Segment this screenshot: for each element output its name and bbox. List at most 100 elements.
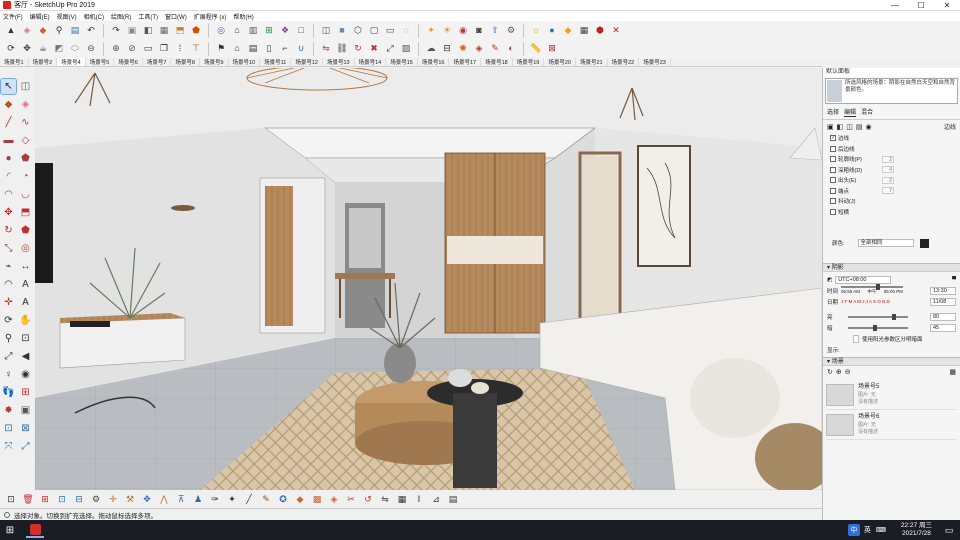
paste-bottom-icon[interactable]: ⊟	[72, 492, 86, 506]
menu-draw[interactable]: 绘图(R)	[111, 12, 131, 21]
text-tool-icon[interactable]: A	[18, 277, 33, 292]
previous-view-icon[interactable]: ◀	[18, 349, 33, 364]
render-icon[interactable]: ✦	[424, 24, 438, 38]
scene-list-item[interactable]: 场景号5 图片: 无没有描述	[826, 380, 957, 410]
zoom-tool-icon[interactable]: ⚲	[1, 331, 16, 346]
3d-viewport[interactable]	[35, 68, 822, 490]
component-icon[interactable]: ◧	[141, 24, 155, 38]
warehouse-icon[interactable]: ⌂	[230, 24, 244, 38]
select-tool-icon[interactable]: ↖	[0, 78, 17, 95]
tag-icon[interactable]: ⬢	[593, 24, 607, 38]
scale-icon[interactable]: ⤢	[383, 42, 397, 56]
delete-bottom-icon[interactable]: 🗑	[21, 492, 35, 506]
scene-tab[interactable]: 场景号21	[576, 58, 608, 66]
photo-icon[interactable]: ▨	[399, 42, 413, 56]
shadow-toggle-icon[interactable]: ◩	[827, 277, 832, 283]
union-icon[interactable]: ⊕	[109, 42, 123, 56]
pie-tool-icon[interactable]: ◔	[18, 169, 33, 184]
line-tool-icon[interactable]: ╱	[1, 115, 16, 130]
mirror-icon[interactable]: ⇋	[319, 42, 333, 56]
cut-bottom-icon[interactable]: ✂	[344, 492, 358, 506]
scene-tab[interactable]: 场景号16	[418, 58, 450, 66]
scale-fit-icon[interactable]: ⤧	[1, 439, 16, 454]
style-thumbnail[interactable]	[827, 80, 842, 102]
stairs-icon[interactable]: ⌐	[278, 42, 292, 56]
material-icon[interactable]: ◉	[456, 24, 470, 38]
scene-tab[interactable]: 场景号6	[114, 58, 143, 66]
menu-extensions[interactable]: 扩展程序 (x)	[194, 12, 227, 21]
top-view-icon[interactable]: ▢	[367, 24, 381, 38]
section-icon[interactable]: ⊞	[262, 24, 276, 38]
component-bottom-icon[interactable]: ⊡	[4, 492, 18, 506]
layer-icon[interactable]: ▥	[246, 24, 260, 38]
color-select[interactable]: 全部相同	[857, 239, 914, 247]
keyboard-icon[interactable]: ⌨	[876, 526, 886, 534]
export-icon[interactable]: ⇪	[488, 24, 502, 38]
edge-option-checkbox[interactable]	[830, 156, 836, 163]
measure-bottom-icon[interactable]: ⊿	[429, 492, 443, 506]
scene-tab[interactable]: 场景号14	[355, 58, 387, 66]
section-plane-icon[interactable]: ⊞	[18, 385, 33, 400]
look-around-icon[interactable]: ◉	[18, 367, 33, 382]
magic-bottom-icon[interactable]: ✦	[225, 492, 239, 506]
dynamic-icon[interactable]: ⊡	[1, 421, 16, 436]
door-icon[interactable]: ▯	[262, 42, 276, 56]
shadow-visibility-icon[interactable]: ▀	[952, 277, 956, 283]
dimension-tool-icon[interactable]: ↔	[18, 259, 33, 274]
edge-option-value[interactable]: 4	[882, 166, 894, 174]
extra-tool-icon[interactable]: ▣	[18, 403, 33, 418]
scene-tab[interactable]: 场景号22	[608, 58, 640, 66]
scene-tab[interactable]: 场景号7	[143, 58, 172, 66]
tab-edit[interactable]: 编辑	[844, 107, 857, 117]
paint-tool-icon[interactable]: ◆	[1, 97, 16, 112]
edge-option-checkbox[interactable]: ✓	[830, 135, 836, 142]
rotate-tool-icon[interactable]: ↻	[1, 223, 16, 238]
ruler-icon[interactable]: 📏	[529, 42, 543, 56]
stair-bottom-icon[interactable]: ⊼	[174, 492, 188, 506]
align-icon[interactable]: ⊟	[440, 42, 454, 56]
axes-tool-icon[interactable]: ✛	[1, 295, 16, 310]
follow-me-tool-icon[interactable]: ⬟	[18, 223, 33, 238]
light-slider[interactable]	[847, 313, 908, 320]
orbit-tool-icon[interactable]: ⟳	[1, 313, 16, 328]
maximize-button[interactable]: ☐	[908, 0, 934, 11]
window-icon[interactable]: ▭	[141, 42, 155, 56]
scene-details-icon[interactable]: ▦	[949, 368, 956, 376]
light-slider-thumb[interactable]	[892, 313, 897, 320]
flag-icon[interactable]: ⚑	[214, 42, 228, 56]
solid-icon[interactable]: ◩	[52, 42, 66, 56]
front-view-icon[interactable]: ▭	[383, 24, 397, 38]
copy-icon[interactable]: ❐	[157, 42, 171, 56]
group-icon[interactable]: ▦	[157, 24, 171, 38]
scene-tab[interactable]: 场景号9	[200, 58, 229, 66]
dark-slider[interactable]	[847, 324, 908, 331]
scene-tab[interactable]: 场景号5	[86, 58, 115, 66]
scene-tab[interactable]: 场景号2	[29, 58, 58, 66]
watermark-settings-icon[interactable]: ▤	[856, 123, 863, 131]
close-icon[interactable]: ✕	[609, 24, 623, 38]
edge-option-value[interactable]: 7	[882, 187, 894, 195]
rotate-icon[interactable]: ↻	[351, 42, 365, 56]
arc3-tool-icon[interactable]: ◡	[18, 187, 33, 202]
teapot-icon[interactable]: ☕	[36, 42, 50, 56]
subtract-icon[interactable]: ⊖	[84, 42, 98, 56]
scene-tab[interactable]: 场景号13	[323, 58, 355, 66]
hidden-line-icon[interactable]: □	[294, 24, 308, 38]
tab-mix[interactable]: 混合	[861, 107, 873, 117]
edge-option-checkbox[interactable]	[830, 166, 836, 173]
scene-tab[interactable]: 场景号18	[481, 58, 513, 66]
minimize-button[interactable]: —	[882, 0, 908, 11]
notification-icon[interactable]: ▭	[942, 523, 956, 537]
menu-window[interactable]: 窗口(W)	[165, 12, 187, 21]
circle-tool-icon[interactable]: ●	[1, 151, 16, 166]
split-icon[interactable]: ⊘	[125, 42, 139, 56]
menu-camera[interactable]: 相机(C)	[84, 12, 104, 21]
menu-file[interactable]: 文件(F)	[3, 12, 23, 21]
scenes-section-header[interactable]: ▾ 场景	[823, 357, 960, 366]
rectangle-tool-icon[interactable]: ▬	[1, 133, 16, 148]
background-settings-icon[interactable]: ◫	[846, 123, 853, 131]
orbit-icon[interactable]: ⟳	[4, 42, 18, 56]
polygon-tool-icon[interactable]: ⬟	[18, 151, 33, 166]
windows-start-icon[interactable]: ⊞	[0, 520, 20, 540]
freehand-tool-icon[interactable]: ∿	[18, 115, 33, 130]
